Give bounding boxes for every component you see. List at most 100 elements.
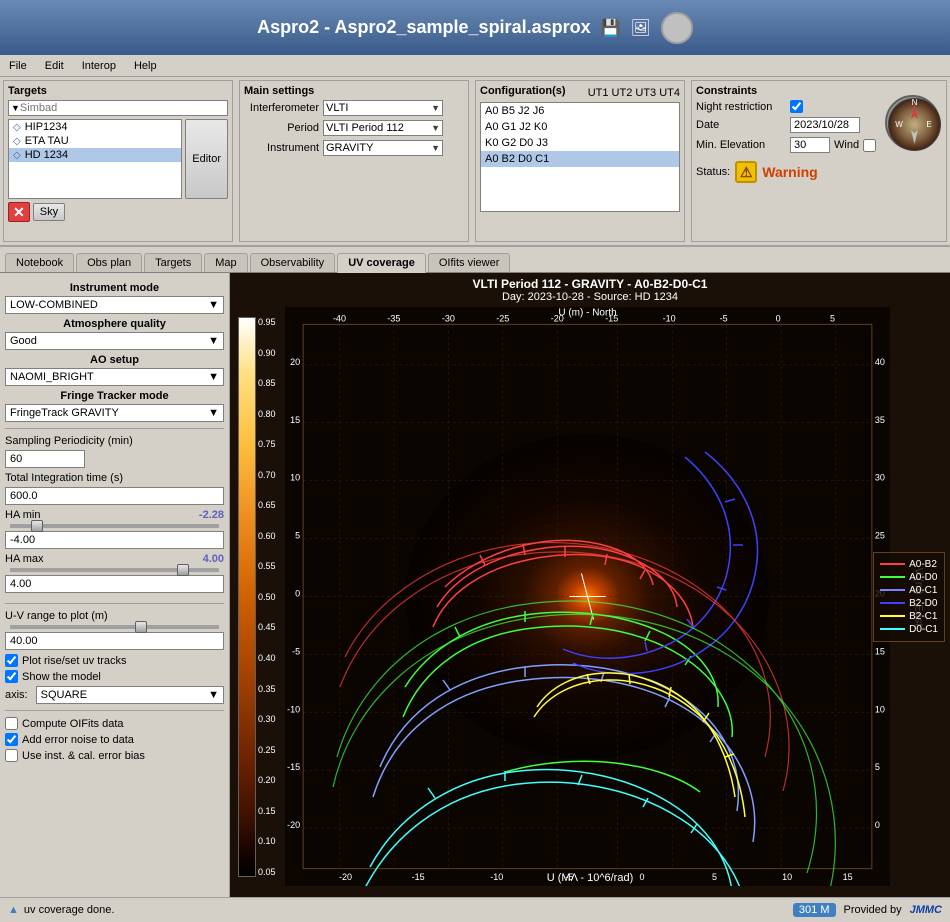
night-restriction-label: Night restriction — [696, 101, 786, 113]
plot-rise-set-checkbox[interactable] — [5, 654, 18, 667]
show-model-row: Show the model — [5, 670, 224, 683]
interferometer-combo[interactable]: VLTI ▼ — [323, 100, 443, 116]
config-item-1[interactable]: A0 B5 J2 J6 — [481, 103, 679, 119]
status-message: uv coverage done. — [24, 904, 115, 916]
target-name-2: ETA TAU — [25, 135, 69, 147]
legend-a0-d0: A0-D0 — [880, 572, 938, 583]
ha-max-input[interactable] — [5, 575, 224, 593]
menu-file[interactable]: File — [5, 59, 31, 73]
legend-label-a0-d0: A0-D0 — [909, 572, 937, 583]
ha-max-thumb[interactable] — [177, 564, 189, 576]
tab-observability[interactable]: Observability — [250, 253, 336, 272]
uv-range-label: U-V range to plot (m) — [5, 610, 224, 622]
fringe-tracker-arrow: ▼ — [208, 407, 219, 419]
add-error-checkbox[interactable] — [5, 733, 18, 746]
instrument-mode-combo[interactable]: LOW-COMBINED ▼ — [5, 296, 224, 314]
target-item-hip1234[interactable]: ◇ HIP1234 — [9, 120, 181, 134]
tab-bar: Notebook Obs plan Targets Map Observabil… — [0, 247, 950, 273]
sky-button[interactable]: Sky — [33, 203, 65, 221]
svg-text:15: 15 — [843, 872, 853, 882]
date-input[interactable] — [790, 117, 860, 133]
legend-a0-c1: A0-C1 — [880, 585, 938, 596]
diamond-icon-3: ◇ — [13, 150, 21, 161]
wind-label: Wind — [834, 139, 859, 151]
svg-text:20: 20 — [290, 357, 300, 367]
config-item-2[interactable]: A0 G1 J2 K0 — [481, 119, 679, 135]
svg-text:-25: -25 — [496, 313, 509, 323]
menu-interop[interactable]: Interop — [78, 59, 120, 73]
compute-oifits-label: Compute OIFits data — [22, 718, 124, 730]
config-item-4[interactable]: A0 B2 D0 C1 — [481, 151, 679, 167]
menu-help[interactable]: Help — [130, 59, 161, 73]
target-name-3: HD 1234 — [25, 149, 68, 161]
ha-min-value: -2.28 — [199, 509, 224, 521]
svg-text:-30: -30 — [442, 313, 455, 323]
use-inst-bias-checkbox[interactable] — [5, 749, 18, 762]
config-item-3[interactable]: K0 G2 D0 J3 — [481, 135, 679, 151]
tab-obs-plan[interactable]: Obs plan — [76, 253, 142, 272]
svg-text:15: 15 — [290, 415, 300, 425]
save-button[interactable]: 💾 — [601, 18, 621, 38]
search-input[interactable] — [20, 102, 170, 114]
tab-uv-coverage[interactable]: UV coverage — [337, 253, 426, 273]
atmosphere-quality-combo[interactable]: Good ▼ — [5, 332, 224, 350]
left-sidebar: Instrument mode LOW-COMBINED ▼ Atmospher… — [0, 273, 230, 897]
elevation-input[interactable] — [790, 137, 830, 153]
svg-text:0: 0 — [875, 820, 880, 830]
search-bar: ▼ — [8, 100, 228, 116]
memory-badge: 301 M — [793, 903, 836, 917]
legend-color-b2-d0 — [880, 602, 905, 604]
compute-oifits-checkbox[interactable] — [5, 717, 18, 730]
wind-checkbox[interactable] — [863, 139, 876, 152]
title-bar: Aspro2 - Aspro2_sample_spiral.asprox 💾 🖼 — [0, 0, 950, 55]
title-text: Aspro2 - Aspro2_sample_spiral.asprox — [257, 17, 590, 38]
period-combo[interactable]: VLTI Period 112 ▼ — [323, 120, 443, 136]
svg-text:-10: -10 — [663, 313, 676, 323]
legend-panel: A0-B2 A0-D0 A0-C1 B2-D0 B2-C1 — [873, 552, 945, 642]
uv-plot-svg: -40 -35 -30 -25 -20 -15 -10 -5 0 5 U (m)… — [285, 307, 890, 886]
plot-container: 0.950.900.850.800.75 0.700.650.600.550.5… — [230, 307, 950, 886]
tab-targets[interactable]: Targets — [144, 253, 202, 272]
main-settings-panel: Main settings Interferometer VLTI ▼ Peri… — [239, 80, 469, 242]
editor-button[interactable]: Editor — [185, 119, 228, 199]
ha-min-thumb[interactable] — [31, 520, 43, 532]
search-dropdown-icon[interactable]: ▼ — [11, 103, 20, 113]
svg-text:5: 5 — [712, 872, 717, 882]
period-row: Period VLTI Period 112 ▼ — [244, 120, 464, 136]
instrument-mode-title: Instrument mode — [5, 282, 224, 294]
uv-range-input[interactable] — [5, 632, 224, 650]
add-error-label: Add error noise to data — [22, 734, 134, 746]
integration-input[interactable] — [5, 487, 224, 505]
instrument-combo[interactable]: GRAVITY ▼ — [323, 140, 443, 156]
plot-title: VLTI Period 112 - GRAVITY - A0-B2-D0-C1 — [234, 277, 946, 291]
legend-label-b2-d0: B2-D0 — [909, 598, 937, 609]
remove-target-button[interactable]: ✕ — [8, 202, 30, 222]
target-item-eta-tau[interactable]: ◇ ETA TAU — [9, 134, 181, 148]
legend-color-b2-c1 — [880, 615, 905, 617]
night-restriction-checkbox[interactable] — [790, 100, 803, 113]
brand-text: JMMC — [910, 904, 942, 916]
ha-min-input[interactable] — [5, 531, 224, 549]
menu-edit[interactable]: Edit — [41, 59, 68, 73]
legend-color-a0-d0 — [880, 576, 905, 578]
diamond-icon-1: ◇ — [13, 122, 21, 133]
sampling-label: Sampling Periodicity (min) — [5, 435, 224, 447]
tab-oifits[interactable]: OIfits viewer — [428, 253, 511, 272]
axis-combo[interactable]: SQUARE ▼ — [36, 686, 224, 704]
sampling-input[interactable] — [5, 450, 85, 468]
show-model-checkbox[interactable] — [5, 670, 18, 683]
atmosphere-quality-title: Atmosphere quality — [5, 318, 224, 330]
svg-text:10: 10 — [290, 473, 300, 483]
menu-bar: File Edit Interop Help — [0, 55, 950, 77]
legend-b2-c1: B2-C1 — [880, 611, 938, 622]
tab-notebook[interactable]: Notebook — [5, 253, 74, 272]
image-button[interactable]: 🖼 — [631, 18, 651, 38]
tab-map[interactable]: Map — [204, 253, 247, 272]
fringe-tracker-combo[interactable]: FringeTrack GRAVITY ▼ — [5, 404, 224, 422]
uv-range-thumb[interactable] — [135, 621, 147, 633]
svg-text:15: 15 — [875, 646, 885, 656]
use-inst-bias-row: Use inst. & cal. error bias — [5, 749, 224, 762]
ao-setup-combo[interactable]: NAOMI_BRIGHT ▼ — [5, 368, 224, 386]
config-list: A0 B5 J2 J6 A0 G1 J2 K0 K0 G2 D0 J3 A0 B… — [480, 102, 680, 212]
target-item-hd1234[interactable]: ◇ HD 1234 — [9, 148, 181, 162]
